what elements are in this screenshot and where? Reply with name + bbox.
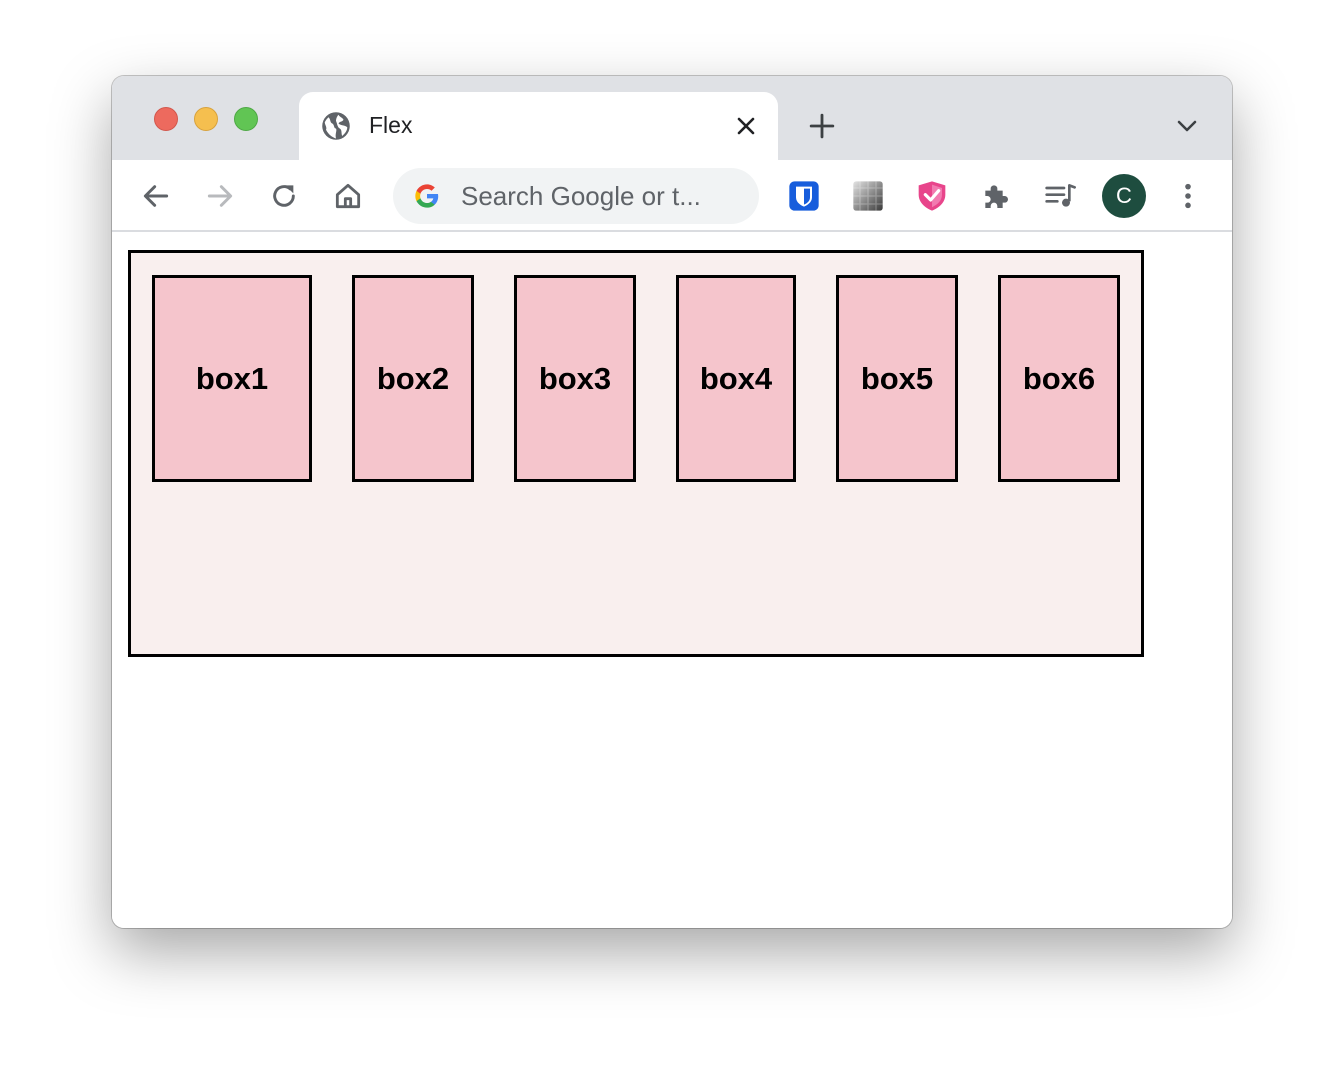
close-icon[interactable]	[734, 114, 758, 138]
more-vertical-icon[interactable]	[1172, 180, 1204, 212]
puzzle-piece-icon[interactable]	[980, 180, 1012, 212]
omnibox-placeholder: Search Google or t...	[461, 181, 701, 211]
box-3: box3	[514, 275, 636, 482]
forward-arrow-icon[interactable]	[204, 180, 236, 212]
google-logo-icon	[415, 184, 439, 208]
back-arrow-icon[interactable]	[140, 180, 172, 212]
tab-strip: Flex	[112, 76, 1232, 160]
page-content: box1 box2 box3 box4 box5 box6	[112, 232, 1232, 928]
window-close-button[interactable]	[154, 107, 178, 131]
reload-icon[interactable]	[268, 180, 300, 212]
bitwarden-extension-icon[interactable]	[788, 180, 820, 212]
home-icon[interactable]	[332, 180, 364, 212]
box-2: box2	[352, 275, 474, 482]
chevron-down-icon[interactable]	[1175, 117, 1199, 135]
box-5: box5	[836, 275, 958, 482]
window-maximize-button[interactable]	[234, 107, 258, 131]
box-4: box4	[676, 275, 796, 482]
shield-extension-icon[interactable]	[916, 180, 948, 212]
address-bar[interactable]: Search Google or t...	[393, 168, 759, 224]
browser-window: Flex Search Google or t... C box1 box2 b…	[112, 76, 1232, 928]
globe-icon	[322, 112, 350, 140]
flex-container: box1 box2 box3 box4 box5 box6	[128, 250, 1144, 657]
media-queue-icon[interactable]	[1044, 180, 1076, 212]
box-6: box6	[998, 275, 1120, 482]
window-minimize-button[interactable]	[194, 107, 218, 131]
new-tab-icon[interactable]	[809, 113, 835, 139]
toolbar: Search Google or t... C	[112, 160, 1232, 232]
pixel-extension-icon[interactable]	[852, 180, 884, 212]
box-1: box1	[152, 275, 312, 482]
tab-flex[interactable]: Flex	[299, 92, 778, 160]
profile-avatar[interactable]: C	[1102, 174, 1146, 218]
tab-title: Flex	[369, 112, 413, 138]
